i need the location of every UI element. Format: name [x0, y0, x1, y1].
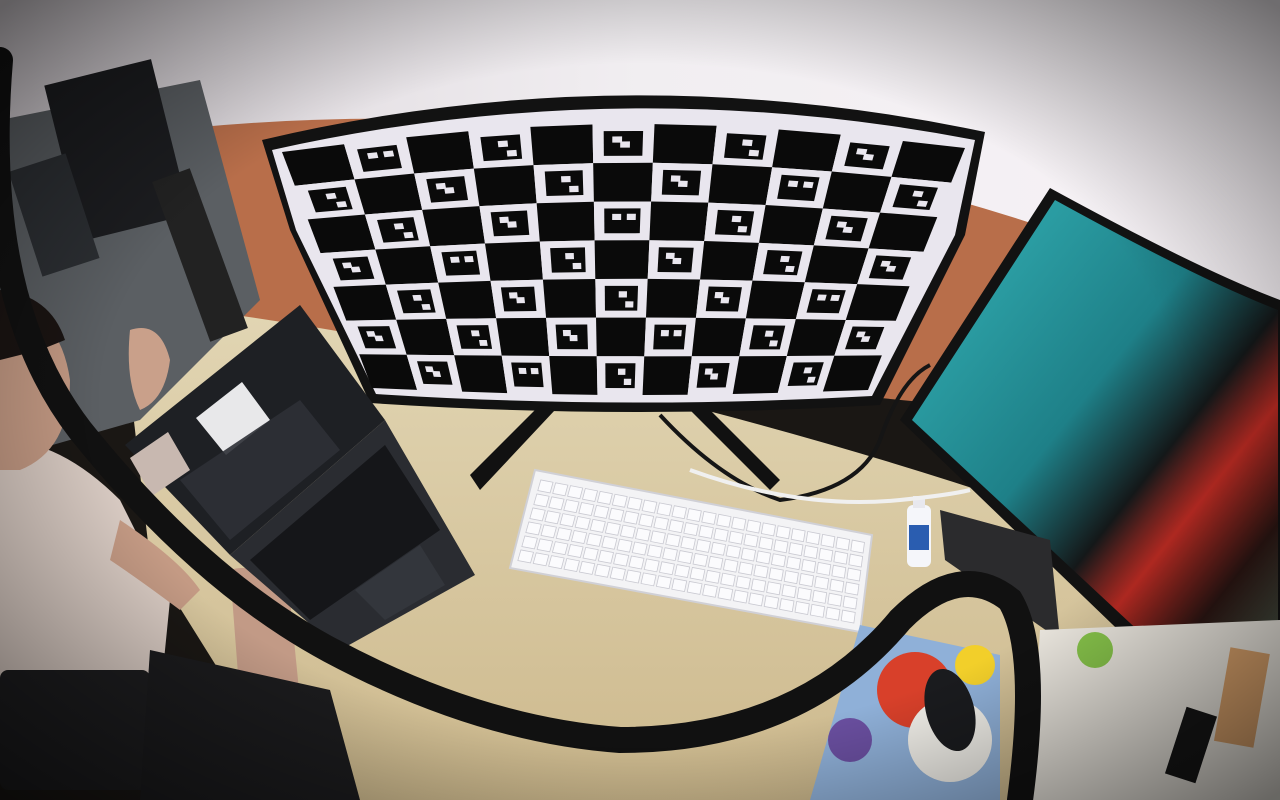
desk-scene [0, 0, 1280, 800]
fisheye-vignette [0, 0, 1280, 800]
